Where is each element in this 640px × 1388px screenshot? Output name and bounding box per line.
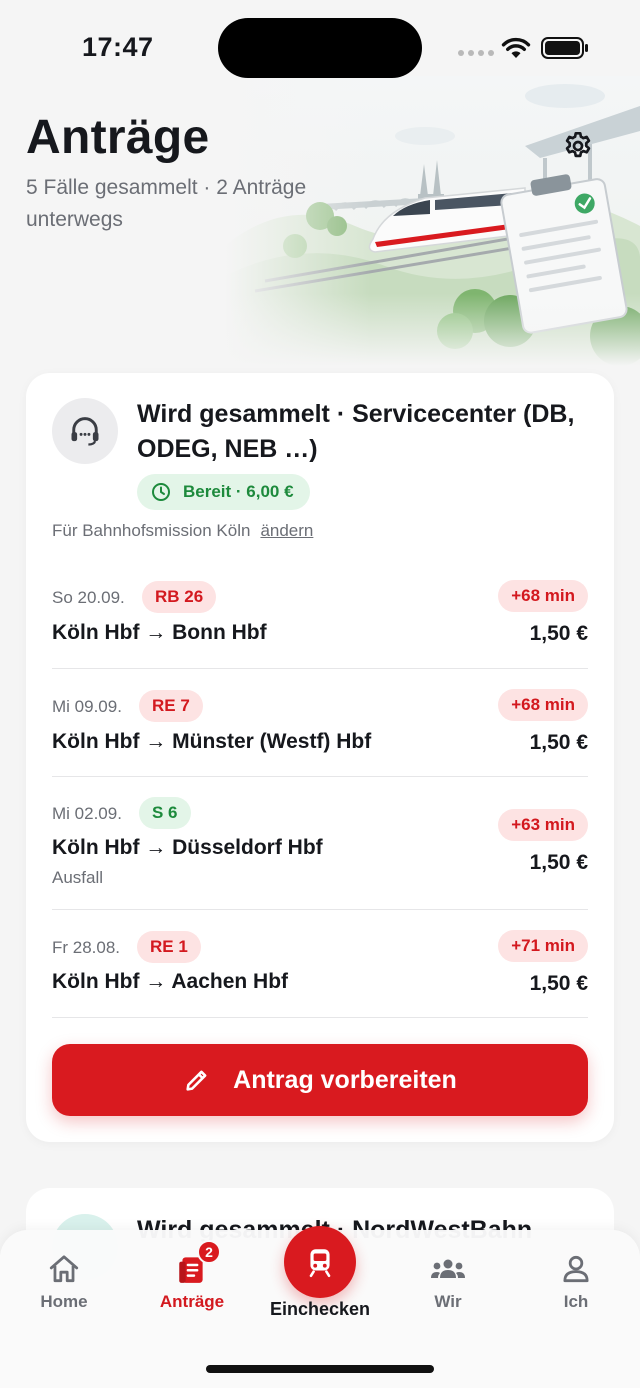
checkin-label[interactable]: Einchecken <box>250 1299 390 1320</box>
train-icon <box>309 1249 331 1278</box>
tab-label: Wir <box>434 1292 462 1311</box>
notification-badge: 2 <box>197 1240 221 1264</box>
trip-route: Köln Hbf → Münster (Westf) Hbf <box>52 730 372 753</box>
trip-row[interactable]: So 20.09. RB 26 +68 min Köln Hbf → Bonn … <box>52 580 588 651</box>
checkin-button[interactable] <box>284 1226 356 1298</box>
tab-label: Ich <box>563 1292 589 1311</box>
prepare-claim-button[interactable]: Antrag vorbereiten <box>52 1044 588 1116</box>
trip-date: Mi 02.09. <box>52 804 122 823</box>
status-badge: Bereit · 6,00 € <box>137 474 310 510</box>
case-card[interactable]: Wird gesammelt · Servicecenter (DB, ODEG… <box>26 373 614 1142</box>
trip-date: Mi 09.09. <box>52 697 122 716</box>
trip-note: Ausfall <box>52 868 104 887</box>
tab-bar: Home 2 Anträge Einchecken Wir Ich <box>0 1226 640 1388</box>
home-icon <box>49 1255 79 1283</box>
person-icon <box>563 1255 589 1283</box>
tab-ich[interactable]: Ich <box>526 1252 626 1312</box>
dynamic-island <box>218 18 422 78</box>
tab-home[interactable]: Home <box>14 1252 114 1312</box>
home-indicator <box>206 1365 434 1373</box>
trip-amount: 1,50 € <box>529 851 588 874</box>
trip-amount: 1,50 € <box>529 972 588 995</box>
page-header: Anträge 5 Fälle gesammelt · 2 Anträge un… <box>0 76 640 366</box>
change-organization-link[interactable]: ändern <box>260 521 313 541</box>
settings-button[interactable] <box>562 130 594 162</box>
trip-amount: 1,50 € <box>529 731 588 754</box>
case-title: Wird gesammelt · Servicecenter (DB, ODEG… <box>137 400 575 463</box>
line-badge: RE 1 <box>137 931 201 963</box>
divider <box>52 909 588 910</box>
trip-route: Köln Hbf → Bonn Hbf <box>52 621 267 644</box>
divider <box>52 668 588 669</box>
trip-row[interactable]: Mi 02.09. S 6 +63 min Köln Hbf → Düsseld… <box>52 797 588 897</box>
organization-label: Für Bahnhofsmission Köln <box>52 521 251 540</box>
wifi-icon <box>501 37 531 58</box>
trip-amount: 1,50 € <box>529 622 588 645</box>
divider <box>52 776 588 777</box>
prepare-claim-label: Antrag vorbereiten <box>233 1065 457 1094</box>
trip-route: Köln Hbf → Aachen Hbf <box>52 970 289 993</box>
trip-route: Köln Hbf → Düsseldorf Hbf <box>52 836 323 859</box>
delay-badge: +68 min <box>498 689 588 721</box>
group-icon <box>431 1259 465 1278</box>
battery-icon <box>541 37 588 59</box>
tab-label: Home <box>40 1292 88 1311</box>
trip-date: So 20.09. <box>52 588 125 607</box>
line-badge: RE 7 <box>139 690 203 722</box>
page-subtitle: 5 Fälle gesammelt · 2 Anträge unterwegs <box>26 176 307 231</box>
clock-icon <box>152 483 170 501</box>
line-badge: RB 26 <box>142 581 217 613</box>
delay-badge: +68 min <box>498 580 588 612</box>
status-badge-label: Bereit · 6,00 € <box>183 482 294 501</box>
pencil-icon <box>186 1070 207 1091</box>
status-bar: 17:47 <box>0 0 640 96</box>
delay-badge: +71 min <box>498 930 588 962</box>
gear-icon <box>565 132 591 158</box>
headset-icon <box>71 417 99 446</box>
cellular-signal-icon <box>458 50 494 56</box>
delay-badge: +63 min <box>498 809 588 841</box>
page-title: Anträge <box>26 111 210 164</box>
organization-line: Für Bahnhofsmission Köln ändern <box>52 521 313 541</box>
servicecenter-avatar <box>52 398 118 464</box>
trip-row[interactable]: Mi 09.09. RE 7 +68 min Köln Hbf → Münste… <box>52 689 588 760</box>
trip-row[interactable]: Fr 28.08. RE 1 +71 min Köln Hbf → Aachen… <box>52 930 588 1001</box>
tab-wir[interactable]: Wir <box>398 1252 498 1312</box>
status-time: 17:47 <box>82 32 154 62</box>
tab-antraege[interactable]: 2 Anträge <box>142 1240 242 1312</box>
tab-label: Anträge <box>159 1292 225 1311</box>
trip-date: Fr 28.08. <box>52 938 121 957</box>
line-badge: S 6 <box>139 797 191 829</box>
divider <box>52 1017 588 1018</box>
